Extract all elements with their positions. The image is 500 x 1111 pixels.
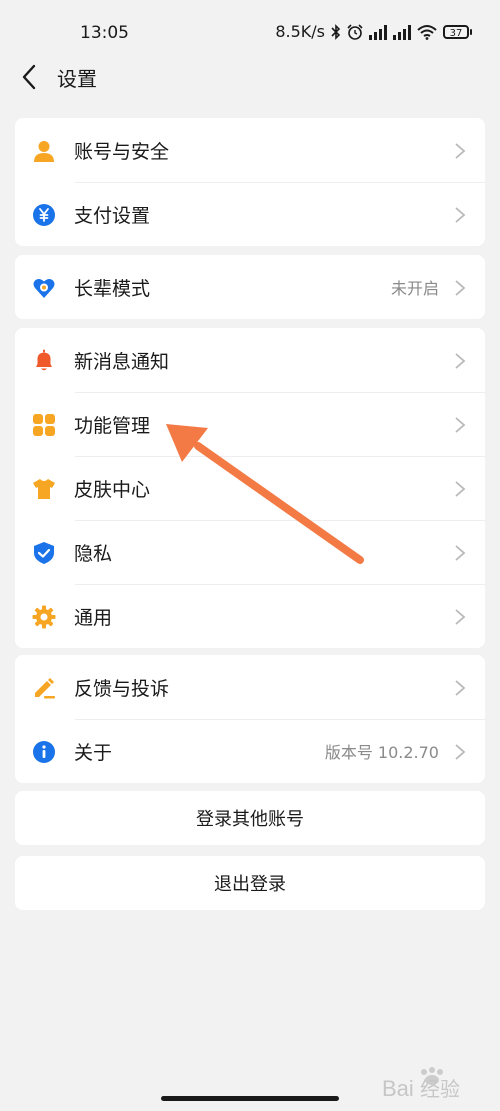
elder-mode-status: 未开启 bbox=[390, 279, 439, 298]
signal-2-icon bbox=[393, 24, 411, 40]
settings-item-label: 功能管理 bbox=[74, 414, 151, 437]
yuan-coin-icon bbox=[33, 204, 55, 226]
app-version: 版本号 10.2.70 bbox=[324, 743, 439, 762]
settings-item-label: 长辈模式 bbox=[74, 277, 151, 300]
chevron-right-icon bbox=[455, 280, 466, 296]
settings-item-label: 反馈与投诉 bbox=[74, 677, 170, 700]
settings-item-account-security[interactable]: 账号与安全 bbox=[15, 118, 485, 182]
bell-icon bbox=[36, 349, 52, 371]
status-icons: 8.5K/s 37 bbox=[275, 22, 472, 41]
signal-1-icon bbox=[369, 24, 387, 40]
settings-item-label: 通用 bbox=[74, 606, 113, 629]
home-indicator[interactable] bbox=[161, 1096, 339, 1101]
settings-item-label: 支付设置 bbox=[74, 204, 151, 227]
settings-item-features[interactable]: 功能管理 bbox=[15, 392, 485, 456]
back-arrow-icon[interactable] bbox=[16, 60, 46, 94]
settings-item-label: 新消息通知 bbox=[74, 350, 170, 373]
shield-check-icon bbox=[34, 542, 54, 564]
settings-item-label: 关于 bbox=[74, 741, 113, 764]
wifi-icon bbox=[417, 24, 437, 40]
chevron-right-icon bbox=[455, 481, 466, 497]
settings-group-account: 账号与安全 支付设置 bbox=[15, 118, 485, 246]
settings-item-payment[interactable]: 支付设置 bbox=[15, 182, 485, 246]
chevron-right-icon bbox=[455, 353, 466, 369]
chevron-right-icon bbox=[455, 680, 466, 696]
gear-icon bbox=[32, 605, 56, 629]
settings-item-feedback[interactable]: 反馈与投诉 bbox=[15, 655, 485, 719]
svg-text:Bai: Bai bbox=[382, 1076, 414, 1100]
chevron-right-icon bbox=[455, 609, 466, 625]
user-icon bbox=[34, 141, 54, 162]
nav-header: 设置 bbox=[0, 52, 500, 102]
settings-group-general: 新消息通知 功能管理 皮肤中心 隐私 通用 bbox=[15, 328, 485, 648]
settings-item-about[interactable]: 关于 版本号 10.2.70 bbox=[15, 719, 485, 783]
settings-item-label: 隐私 bbox=[74, 542, 113, 565]
battery-level: 37 bbox=[443, 24, 469, 39]
switch-account-button[interactable]: 登录其他账号 bbox=[15, 791, 485, 845]
settings-item-elder-mode[interactable]: 长辈模式 未开启 bbox=[15, 255, 485, 319]
chevron-right-icon bbox=[455, 744, 466, 760]
pencil-edit-icon bbox=[35, 678, 55, 699]
tshirt-icon bbox=[33, 479, 55, 499]
settings-item-label: 账号与安全 bbox=[74, 140, 170, 163]
settings-item-privacy[interactable]: 隐私 bbox=[15, 520, 485, 584]
chevron-right-icon bbox=[455, 545, 466, 561]
chevron-right-icon bbox=[455, 143, 466, 159]
settings-item-label: 皮肤中心 bbox=[74, 478, 151, 501]
heart-hands-icon bbox=[33, 278, 55, 298]
net-speed: 8.5K/s bbox=[275, 22, 325, 41]
settings-group-about: 反馈与投诉 关于 版本号 10.2.70 bbox=[15, 655, 485, 783]
chevron-right-icon bbox=[455, 417, 466, 433]
apps-grid-icon bbox=[33, 414, 55, 436]
alarm-icon bbox=[347, 23, 363, 40]
battery-icon: 37 bbox=[443, 24, 472, 39]
chevron-right-icon bbox=[455, 207, 466, 223]
svg-text:经验: 经验 bbox=[420, 1077, 460, 1100]
bluetooth-icon bbox=[331, 23, 341, 40]
watermark-logo: Bai 经验 bbox=[382, 1066, 492, 1101]
settings-group-elder: 长辈模式 未开启 bbox=[15, 255, 485, 319]
status-time: 13:05 bbox=[80, 23, 129, 43]
page-title: 设置 bbox=[57, 67, 97, 91]
settings-item-notifications[interactable]: 新消息通知 bbox=[15, 328, 485, 392]
settings-item-general[interactable]: 通用 bbox=[15, 584, 485, 648]
logout-button[interactable]: 退出登录 bbox=[15, 856, 485, 910]
info-icon bbox=[33, 741, 55, 763]
settings-item-skins[interactable]: 皮肤中心 bbox=[15, 456, 485, 520]
